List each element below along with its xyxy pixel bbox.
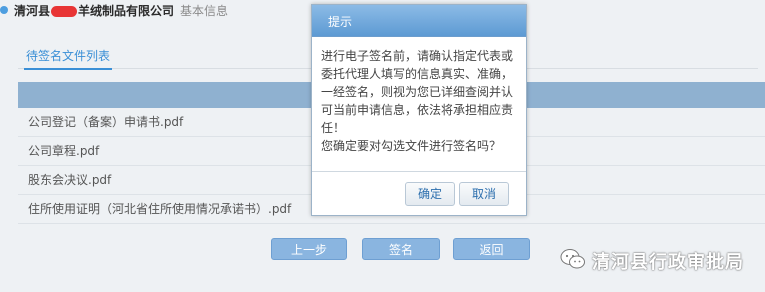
cancel-button[interactable]: 取消: [459, 182, 509, 206]
confirm-dialog: 提示 进行电子签名前，请确认指定代表或委托代理人填写的信息真实、准确，一经签名，…: [311, 4, 527, 216]
bullet-icon: [0, 6, 8, 14]
dialog-message-line: 进行电子签名前，请确认指定代表或委托代理人填写的信息真实、准确，一经签名，则视为…: [321, 49, 514, 135]
dialog-footer: 确定 取消: [312, 171, 526, 206]
wechat-icon: [560, 248, 586, 270]
basic-info-link[interactable]: 基本信息: [180, 2, 228, 19]
dialog-message-line: 您确定要对勾选文件进行签名吗？: [321, 139, 502, 153]
dialog-title: 提示: [328, 15, 353, 29]
dialog-message: 进行电子签名前，请确认指定代表或委托代理人填写的信息真实、准确，一经签名，则视为…: [321, 47, 519, 155]
dialog-header: 提示: [312, 5, 526, 37]
company-name-suffix: 羊绒制品有限公司: [78, 4, 175, 18]
company-name: 清河县 羊绒制品有限公司: [14, 2, 174, 19]
tab-pending-files[interactable]: 待签名文件列表: [24, 47, 113, 70]
prev-button[interactable]: 上一步: [271, 238, 347, 260]
company-name-prefix: 清河县: [14, 4, 51, 18]
back-button[interactable]: 返回: [453, 238, 530, 260]
redaction-mark: [51, 6, 78, 17]
sign-button[interactable]: 签名: [362, 238, 440, 260]
watermark-text: 清河县行政审批局: [592, 252, 744, 273]
confirm-button[interactable]: 确定: [405, 182, 455, 206]
